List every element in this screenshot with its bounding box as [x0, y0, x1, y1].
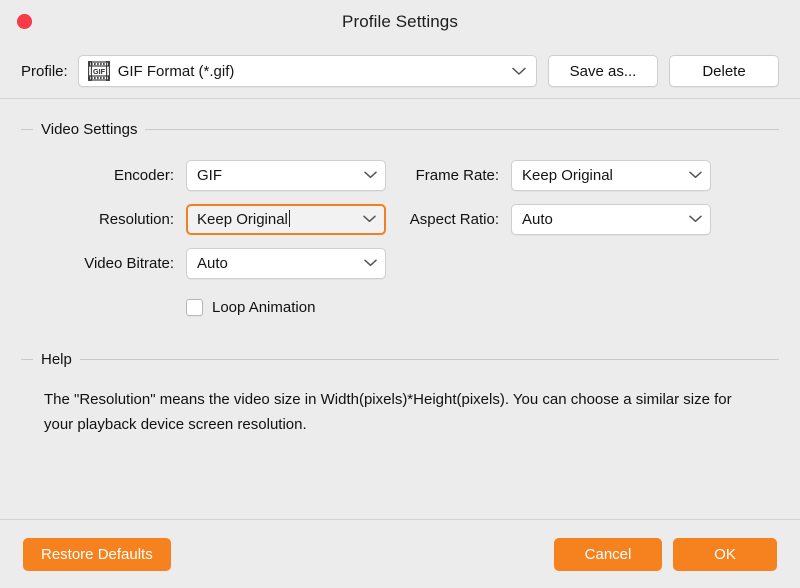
loop-animation-checkbox[interactable] [186, 299, 203, 316]
aspect-ratio-select[interactable]: Auto [511, 204, 711, 235]
resolution-select[interactable]: Keep Original [186, 204, 386, 235]
help-legend-row: Help [21, 351, 779, 367]
gif-icon-label: GIF [93, 67, 106, 76]
video-settings-legend-row: Video Settings [21, 121, 779, 137]
resolution-value-wrap: Keep Original [197, 210, 356, 228]
close-icon[interactable] [17, 14, 32, 29]
encoder-label: Encoder: [21, 167, 186, 184]
encoder-value: GIF [197, 167, 357, 184]
profile-select-value: GIF Format (*.gif) [110, 63, 506, 80]
encoder-select[interactable]: GIF [186, 160, 386, 191]
footer-bar: Restore Defaults Cancel OK [0, 520, 800, 588]
loop-animation-label: Loop Animation [212, 299, 315, 316]
aspect-ratio-label: Aspect Ratio: [386, 211, 511, 228]
cancel-button[interactable]: Cancel [554, 538, 662, 571]
video-bitrate-value: Auto [197, 255, 357, 272]
video-bitrate-label: Video Bitrate: [21, 255, 186, 272]
aspect-ratio-value: Auto [522, 211, 682, 228]
title-bar: Profile Settings [0, 0, 800, 44]
frame-rate-select[interactable]: Keep Original [511, 160, 711, 191]
video-settings-grid: Encoder: GIF Frame Rate: Keep Original R… [21, 153, 779, 329]
chevron-down-icon [682, 215, 708, 223]
dialog-body: Video Settings Encoder: GIF Frame Rate: … [0, 99, 800, 519]
resolution-value: Keep Original [197, 211, 288, 228]
chevron-down-icon [682, 171, 708, 179]
help-text: The "Resolution" means the video size in… [21, 387, 754, 437]
chevron-down-icon [357, 171, 383, 179]
profile-label: Profile: [21, 63, 68, 80]
gif-film-icon: GIF [88, 61, 110, 81]
loop-animation-row[interactable]: Loop Animation [186, 299, 711, 316]
ok-button[interactable]: OK [673, 538, 777, 571]
text-caret [289, 210, 290, 227]
video-settings-group: Video Settings Encoder: GIF Frame Rate: … [21, 121, 779, 329]
profile-row: Profile: [0, 44, 800, 98]
frame-rate-value: Keep Original [522, 167, 682, 184]
help-legend: Help [41, 351, 72, 368]
video-bitrate-select[interactable]: Auto [186, 248, 386, 279]
legend-line-left [21, 129, 33, 130]
chevron-down-icon [356, 215, 382, 223]
chevron-down-icon [506, 67, 532, 76]
restore-defaults-button[interactable]: Restore Defaults [23, 538, 171, 571]
frame-rate-label: Frame Rate: [386, 167, 511, 184]
legend-line-left [21, 359, 33, 360]
legend-line-right [80, 359, 779, 360]
resolution-label: Resolution: [21, 211, 186, 228]
video-settings-legend: Video Settings [41, 121, 137, 138]
delete-button[interactable]: Delete [669, 55, 779, 87]
legend-line-right [145, 129, 779, 130]
profile-settings-dialog: Profile Settings Profile: [0, 0, 800, 588]
help-group: Help The "Resolution" means the video si… [21, 351, 779, 437]
save-as-button[interactable]: Save as... [548, 55, 658, 87]
profile-select[interactable]: GIF GIF Format (*.gif) [78, 55, 537, 87]
dialog-title: Profile Settings [342, 12, 458, 32]
chevron-down-icon [357, 259, 383, 267]
